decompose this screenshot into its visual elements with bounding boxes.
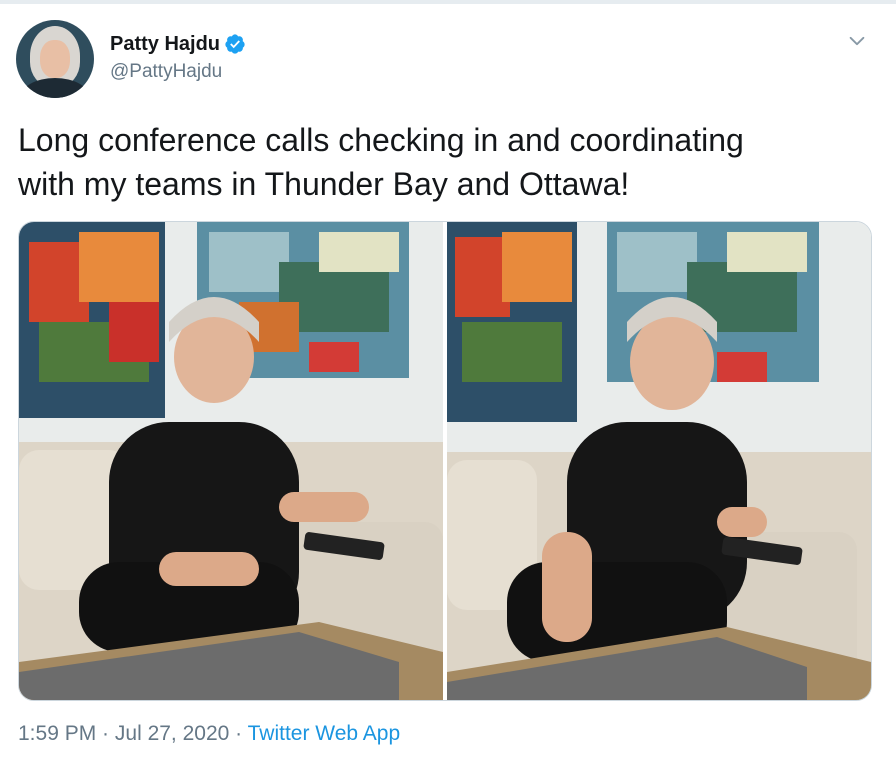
- author-row: Patty Hajdu: [110, 31, 246, 57]
- author-handle[interactable]: @PattyHajdu: [110, 61, 222, 83]
- tweet-date[interactable]: Jul 27, 2020: [115, 722, 229, 745]
- photo-left-image: [19, 222, 443, 700]
- photo-right[interactable]: [447, 222, 871, 700]
- verified-badge-icon: [225, 34, 245, 54]
- tweet-meta: 1:59 PM · Jul 27, 2020 · Twitter Web App: [18, 722, 400, 746]
- media-grid: [18, 221, 872, 701]
- avatar-face: [40, 40, 70, 78]
- avatar-shoulders: [20, 78, 90, 98]
- top-divider: [0, 0, 896, 4]
- chevron-down-icon[interactable]: [846, 30, 868, 52]
- meta-separator: ·: [96, 722, 115, 745]
- tweet-card: Patty Hajdu @PattyHajdu Long conference …: [0, 0, 896, 766]
- avatar[interactable]: [16, 20, 94, 98]
- tweet-time[interactable]: 1:59 PM: [18, 722, 96, 745]
- photo-left[interactable]: [19, 222, 443, 700]
- photo-right-image: [447, 222, 871, 700]
- tweet-text: Long conference calls checking in and co…: [18, 122, 744, 202]
- author-name[interactable]: Patty Hajdu: [110, 33, 220, 56]
- tweet-source-link[interactable]: Twitter Web App: [248, 722, 401, 745]
- meta-separator-2: ·: [229, 722, 248, 745]
